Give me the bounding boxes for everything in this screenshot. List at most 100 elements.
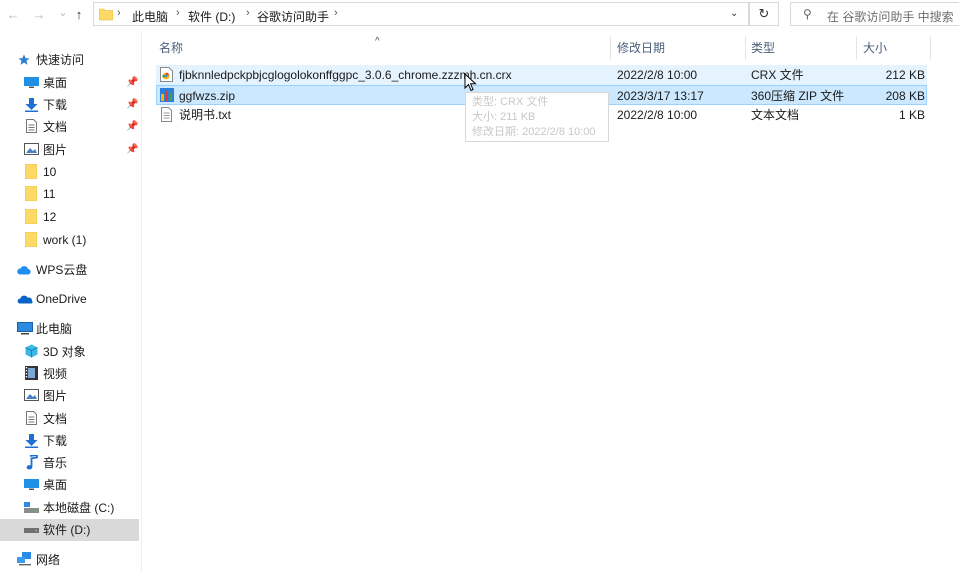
computer-icon (17, 322, 33, 335)
sidebar-item-folder-12[interactable]: 12 (0, 206, 141, 228)
forward-button[interactable]: → (30, 6, 48, 24)
sidebar-item-onedrive[interactable]: OneDrive (0, 288, 141, 310)
sidebar-item-3d-objects[interactable]: 3D 对象 (0, 341, 141, 363)
pin-icon[interactable]: 📌 (126, 116, 138, 138)
pictures-icon (24, 389, 39, 401)
pin-icon[interactable]: 📌 (126, 94, 138, 116)
sidebar-item-drive-d[interactable]: 软件 (D:) (0, 519, 139, 541)
cloud-icon (17, 266, 31, 275)
breadcrumb-separator[interactable]: › (246, 7, 250, 19)
tooltip-date: 修改日期: 2022/2/8 10:00 (472, 126, 596, 138)
chevron-down-icon[interactable]: ⌄ (730, 8, 738, 19)
sidebar-item-downloads[interactable]: 下载 📌 (0, 94, 141, 116)
sidebar-item-documents[interactable]: 文档 📌 (0, 116, 141, 138)
sidebar-item-videos[interactable]: 视频 (0, 363, 141, 385)
sidebar-item-desktop-pc[interactable]: 桌面 (0, 474, 141, 496)
sidebar-item-label: WPS云盘 (36, 263, 88, 277)
navigation-pane: 快速访问 桌面 📌 下载 📌 文档 📌 图片 📌 10 11 12 work (… (0, 30, 142, 572)
sidebar-item-label: 文档 (43, 412, 68, 426)
pin-icon[interactable]: 📌 (126, 139, 138, 161)
file-date: 2022/2/8 10:00 (617, 68, 698, 82)
folder-icon (25, 209, 37, 224)
sidebar-item-label: 文档 (43, 120, 68, 134)
column-header-date[interactable]: 修改日期 (617, 36, 665, 60)
up-button[interactable]: ↑ (70, 6, 88, 24)
search-input[interactable]: 在 谷歌访问助手 中搜索 (827, 8, 954, 25)
sidebar-item-label: 下载 (43, 98, 68, 112)
refresh-button[interactable]: ↻ (749, 2, 779, 26)
sidebar-item-label: 音乐 (43, 456, 68, 470)
pin-icon[interactable]: 📌 (126, 72, 138, 94)
folder-icon (25, 232, 37, 247)
search-box[interactable]: ⚲ 在 谷歌访问助手 中搜索 (790, 2, 959, 26)
breadcrumb-separator[interactable]: › (334, 7, 338, 19)
file-type: 文本文档 (751, 108, 800, 122)
file-name: fjbknnledpckpbjcglogolokonffggpc_3.0.6_c… (179, 68, 512, 82)
column-header-type[interactable]: 类型 (751, 36, 775, 60)
address-bar[interactable]: › 此电脑 › 软件 (D:) › 谷歌访问助手 › ⌄ (93, 2, 749, 26)
zip-file-icon (160, 88, 174, 102)
pictures-icon (24, 143, 39, 155)
drive-c-icon (24, 502, 39, 513)
file-size: 208 KB (885, 89, 925, 103)
sidebar-item-downloads-pc[interactable]: 下载 (0, 430, 141, 452)
breadcrumb-this-pc[interactable]: 此电脑 (132, 8, 168, 25)
sidebar-item-network[interactable]: 网络 (0, 549, 141, 571)
sidebar-item-label: OneDrive (36, 292, 87, 306)
sidebar-item-folder-10[interactable]: 10 (0, 161, 141, 183)
sidebar-item-quick-access[interactable]: 快速访问 (0, 49, 141, 71)
network-icon (17, 552, 31, 566)
file-type: CRX 文件 (751, 68, 804, 82)
sidebar-item-pictures-pc[interactable]: 图片 (0, 385, 141, 407)
column-divider[interactable] (610, 36, 611, 60)
sidebar-item-label: 此电脑 (36, 322, 73, 336)
sidebar-item-drive-c[interactable]: 本地磁盘 (C:) (0, 497, 141, 519)
sidebar-item-label: 下载 (43, 434, 68, 448)
column-divider[interactable] (930, 36, 931, 60)
download-icon (25, 98, 38, 112)
tooltip-size: 大小: 211 KB (472, 111, 536, 123)
file-date: 2023/3/17 13:17 (617, 89, 704, 103)
sidebar-item-music[interactable]: 音乐 (0, 452, 141, 474)
back-button[interactable]: ← (4, 6, 22, 24)
search-icon: ⚲ (803, 7, 812, 21)
sidebar-item-folder-11[interactable]: 11 (0, 183, 141, 205)
document-icon (26, 411, 37, 425)
sidebar-item-this-pc[interactable]: 此电脑 (0, 318, 141, 340)
sort-ascending-icon: ^ (375, 36, 380, 47)
column-divider[interactable] (856, 36, 857, 60)
sidebar-item-folder-work[interactable]: work (1) (0, 229, 141, 251)
file-date: 2022/2/8 10:00 (617, 108, 698, 122)
file-row[interactable]: fjbknnledpckpbjcglogolokonffggpc_3.0.6_c… (156, 65, 927, 85)
sidebar-item-label: 图片 (43, 389, 68, 403)
folder-icon (25, 164, 37, 179)
sidebar-item-wps-cloud[interactable]: WPS云盘 (0, 259, 141, 281)
sidebar-item-label: 视频 (43, 367, 68, 381)
download-icon (25, 434, 38, 448)
breadcrumb-current-folder[interactable]: 谷歌访问助手 (257, 8, 329, 25)
sidebar-item-label: 快速访问 (36, 53, 85, 67)
crx-file-icon (160, 67, 173, 82)
address-toolbar: ← → ⌄ ↑ › 此电脑 › 软件 (D:) › 谷歌访问助手 › ⌄ ↻ ⚲… (0, 0, 959, 30)
breadcrumb-separator[interactable]: › (176, 7, 180, 19)
3d-objects-icon (25, 344, 38, 358)
music-icon (26, 455, 38, 470)
breadcrumb-separator[interactable]: › (117, 7, 121, 19)
column-header-size[interactable]: 大小 (863, 36, 887, 60)
column-header-name[interactable]: 名称 (159, 36, 183, 60)
sidebar-item-label: 图片 (43, 143, 68, 157)
sidebar-item-pictures[interactable]: 图片 📌 (0, 139, 141, 161)
star-icon (18, 54, 30, 65)
sidebar-item-label: 本地磁盘 (C:) (43, 501, 115, 515)
desktop-icon (24, 77, 39, 88)
folder-icon (25, 186, 37, 201)
folder-icon (99, 8, 113, 21)
column-divider[interactable] (745, 36, 746, 60)
sidebar-item-desktop[interactable]: 桌面 📌 (0, 72, 141, 94)
breadcrumb-drive-d[interactable]: 软件 (D:) (188, 8, 235, 25)
sidebar-item-label: 10 (43, 165, 57, 179)
txt-file-icon (161, 107, 172, 122)
drive-d-icon (24, 528, 39, 533)
sidebar-item-documents-pc[interactable]: 文档 (0, 408, 141, 430)
tooltip-type: 类型: CRX 文件 (472, 96, 549, 108)
